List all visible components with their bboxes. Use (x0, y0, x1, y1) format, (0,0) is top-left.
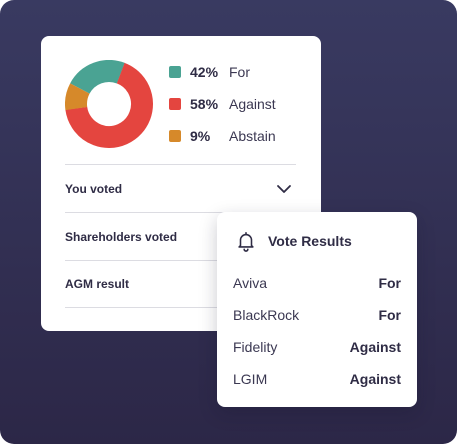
legend-label-against: Against (229, 96, 276, 112)
you-voted-label: You voted (65, 181, 123, 196)
legend-abstain: 9% Abstain (169, 126, 276, 146)
legend-for: 42% For (169, 62, 250, 82)
vote-row-aviva: Aviva For (233, 273, 401, 293)
vote-results-popup: Vote Results Aviva For BlackRock For Fid… (217, 212, 417, 407)
background: 42% For 58% Against 9% Abstain You voted… (0, 0, 457, 444)
legend-swatch-against (169, 98, 181, 110)
vote-row-lgim: LGIM Against (233, 369, 401, 389)
legend-label-abstain: Abstain (229, 128, 276, 144)
voter-name: BlackRock (233, 307, 300, 323)
legend-percent-abstain: 9% (190, 128, 211, 144)
vote-row-blackrock: BlackRock For (233, 305, 401, 325)
popup-title: Vote Results (268, 233, 352, 249)
voter-name: Aviva (233, 275, 267, 291)
legend-percent-for: 42% (190, 64, 219, 80)
legend-swatch-abstain (169, 130, 181, 142)
legend-percent-against: 58% (190, 96, 219, 112)
legend-swatch-for (169, 66, 181, 78)
vote-value: For (378, 307, 401, 323)
vote-row-fidelity: Fidelity Against (233, 337, 401, 357)
popup-header: Vote Results (235, 230, 352, 252)
chevron-down-icon[interactable] (276, 181, 292, 197)
legend-label-for: For (229, 64, 250, 80)
vote-value: Against (349, 371, 401, 387)
legend-against: 58% Against (169, 94, 276, 114)
bell-icon (238, 231, 254, 252)
you-voted-toggle[interactable]: You voted (65, 164, 296, 212)
vote-value: Against (349, 339, 401, 355)
shareholders-voted-label: Shareholders voted (65, 229, 178, 244)
agm-result-label: AGM result (65, 277, 130, 291)
vote-value: For (378, 275, 401, 291)
voter-name: Fidelity (233, 339, 278, 355)
vote-donut-chart (65, 60, 153, 148)
voter-name: LGIM (233, 371, 268, 387)
